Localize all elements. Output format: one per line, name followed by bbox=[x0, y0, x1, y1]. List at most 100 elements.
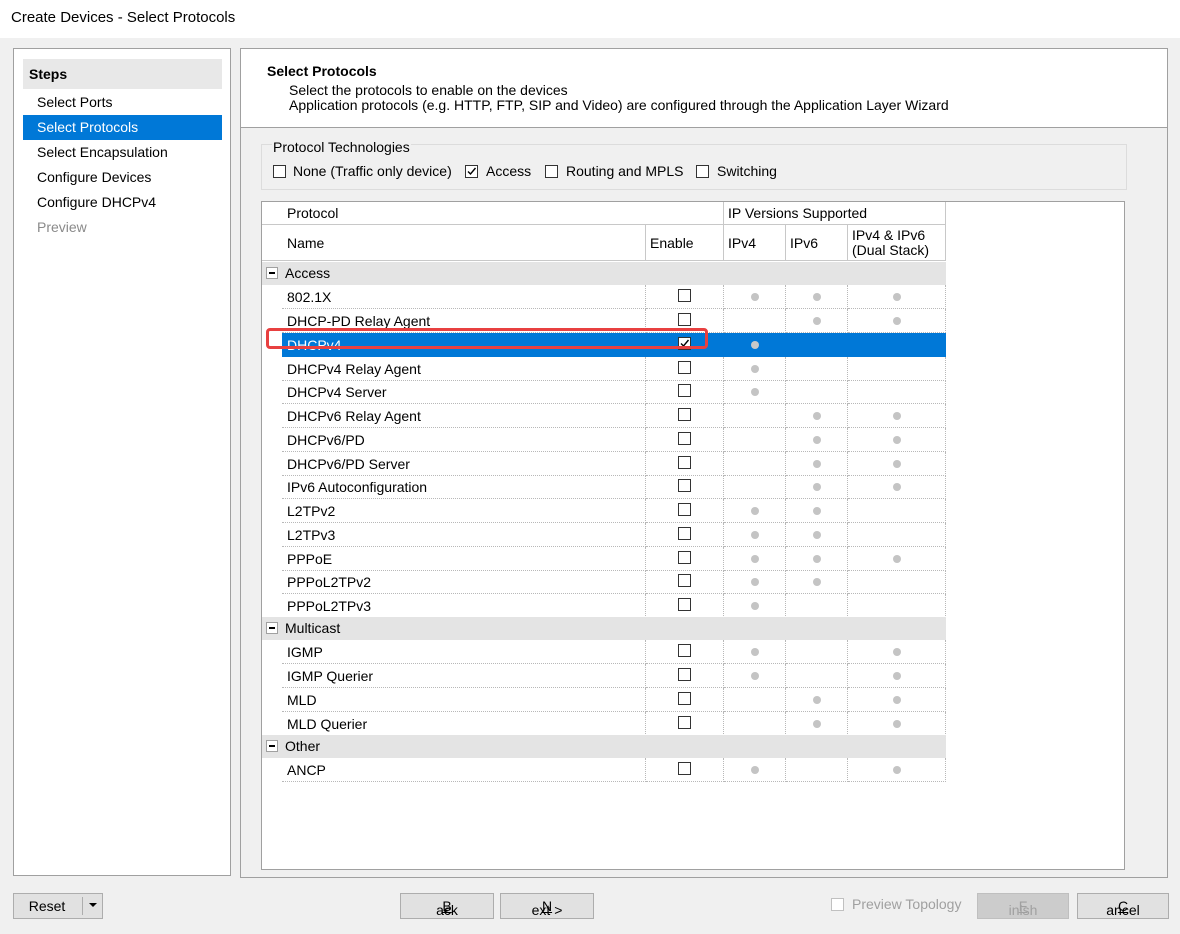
column-header-dual-stack[interactable]: IPv4 & IPv6 (Dual Stack) bbox=[848, 225, 946, 261]
dual-stack-cell bbox=[848, 285, 946, 309]
enable-checkbox[interactable] bbox=[678, 456, 691, 469]
ipv6-cell bbox=[786, 594, 848, 618]
protocol-row[interactable]: DHCPv4 Server bbox=[262, 380, 946, 404]
category-row[interactable]: Access bbox=[262, 262, 946, 285]
enable-checkbox[interactable] bbox=[678, 668, 691, 681]
step-configure-dhcpv4[interactable]: Configure DHCPv4 bbox=[23, 190, 222, 215]
preview-topology-checkbox[interactable] bbox=[831, 898, 844, 911]
protocol-row[interactable]: IGMP bbox=[262, 640, 946, 664]
enable-cell bbox=[646, 712, 724, 736]
protocol-name: MLD Querier bbox=[287, 716, 368, 732]
protocol-row[interactable]: L2TPv2 bbox=[262, 499, 946, 523]
enable-checkbox[interactable] bbox=[678, 551, 691, 564]
enable-checkbox[interactable] bbox=[678, 503, 691, 516]
dual-stack-supported-dot bbox=[893, 293, 901, 301]
enable-checkbox[interactable] bbox=[678, 361, 691, 374]
category-row[interactable]: Other bbox=[262, 735, 946, 758]
reset-split-button[interactable]: Reset bbox=[13, 893, 103, 919]
column-header-ipv4[interactable]: IPv4 bbox=[724, 225, 786, 261]
collapse-icon[interactable] bbox=[266, 740, 278, 752]
ipv4-supported-dot bbox=[751, 531, 759, 539]
enable-checkbox[interactable] bbox=[678, 384, 691, 397]
category-row[interactable]: Multicast bbox=[262, 617, 946, 640]
page-header: Select Protocols Select the protocols to… bbox=[241, 49, 1167, 128]
step-select-ports[interactable]: Select Ports bbox=[23, 90, 222, 115]
protocol-row[interactable]: DHCPv6 Relay Agent bbox=[262, 404, 946, 428]
step-configure-devices[interactable]: Configure Devices bbox=[23, 165, 222, 190]
collapse-icon[interactable] bbox=[266, 622, 278, 634]
protocol-row[interactable]: MLD bbox=[262, 688, 946, 712]
protocol-name: IPv6 Autoconfiguration bbox=[287, 479, 428, 495]
ipv4-cell bbox=[724, 640, 786, 664]
title-bar: Create Devices - Select Protocols bbox=[0, 0, 1180, 38]
enable-checkbox[interactable] bbox=[678, 432, 691, 445]
chevron-down-icon[interactable] bbox=[89, 903, 97, 909]
protocol-row[interactable]: DHCPv4 Relay Agent bbox=[262, 357, 946, 381]
enable-checkbox[interactable] bbox=[678, 762, 691, 775]
enable-checkbox[interactable] bbox=[678, 692, 691, 705]
none-checkbox[interactable] bbox=[273, 165, 286, 178]
protocol-row[interactable]: IPv6 Autoconfiguration bbox=[262, 475, 946, 499]
dual-stack-cell bbox=[848, 594, 946, 618]
group-legend: Protocol Technologies bbox=[272, 139, 411, 155]
protocol-name-cell: DHCPv4 Server bbox=[282, 380, 646, 404]
protocol-name: DHCPv6/PD Server bbox=[287, 456, 410, 472]
enable-checkbox[interactable] bbox=[678, 598, 691, 611]
routing-mpls-checkbox[interactable] bbox=[545, 165, 558, 178]
protocol-name-cell: DHCPv6 Relay Agent bbox=[282, 404, 646, 428]
ipv4-cell bbox=[724, 404, 786, 428]
enable-cell bbox=[646, 452, 724, 476]
next-button[interactable]: Next > bbox=[500, 893, 594, 919]
main-panel: Select Protocols Select the protocols to… bbox=[240, 48, 1168, 878]
column-header-ipv6[interactable]: IPv6 bbox=[786, 225, 848, 261]
protocol-name: DHCPv6 Relay Agent bbox=[287, 408, 421, 424]
back-button[interactable]: < Back bbox=[400, 893, 494, 919]
ipv6-cell bbox=[786, 570, 848, 594]
protocol-name: PPPoL2TPv3 bbox=[287, 598, 372, 614]
enable-checkbox[interactable] bbox=[678, 644, 691, 657]
finish-button[interactable]: Finish bbox=[977, 893, 1069, 919]
protocol-name: DHCPv6/PD bbox=[287, 432, 365, 448]
protocol-row[interactable]: ANCP bbox=[262, 758, 946, 782]
cancel-button[interactable]: Cancel bbox=[1077, 893, 1169, 919]
step-select-protocols[interactable]: Select Protocols bbox=[23, 115, 222, 140]
switching-checkbox[interactable] bbox=[696, 165, 709, 178]
enable-checkbox[interactable] bbox=[678, 574, 691, 587]
collapse-icon[interactable] bbox=[266, 267, 278, 279]
protocol-row[interactable]: IGMP Querier bbox=[262, 664, 946, 688]
protocol-name: L2TPv3 bbox=[287, 527, 336, 543]
protocol-row[interactable]: PPPoL2TPv2 bbox=[262, 570, 946, 594]
protocol-name: L2TPv2 bbox=[287, 503, 336, 519]
step-select-encapsulation[interactable]: Select Encapsulation bbox=[23, 140, 222, 165]
protocol-row[interactable]: L2TPv3 bbox=[262, 523, 946, 547]
column-header-enable[interactable]: Enable bbox=[646, 225, 724, 261]
protocol-row[interactable]: PPPoL2TPv3 bbox=[262, 594, 946, 618]
protocol-row[interactable]: DHCPv6/PD Server bbox=[262, 452, 946, 476]
window-title: Create Devices - Select Protocols bbox=[11, 9, 236, 26]
dual-stack-supported-dot bbox=[893, 483, 901, 491]
page-title: Select Protocols bbox=[267, 63, 377, 79]
protocol-row[interactable]: DHCPv6/PD bbox=[262, 428, 946, 452]
enable-cell bbox=[646, 475, 724, 499]
ipv6-supported-dot bbox=[813, 293, 821, 301]
protocol-row[interactable]: PPPoE bbox=[262, 547, 946, 571]
enable-cell bbox=[646, 428, 724, 452]
column-header-name[interactable]: Name bbox=[262, 225, 646, 261]
protocol-row[interactable]: 802.1X bbox=[262, 285, 946, 309]
enable-checkbox[interactable] bbox=[678, 289, 691, 302]
enable-cell bbox=[646, 664, 724, 688]
dual-stack-cell bbox=[848, 523, 946, 547]
enable-checkbox[interactable] bbox=[678, 313, 691, 326]
enable-checkbox[interactable] bbox=[678, 479, 691, 492]
enable-cell bbox=[646, 285, 724, 309]
enable-checkbox[interactable] bbox=[678, 716, 691, 729]
ipv6-cell bbox=[786, 523, 848, 547]
enable-checkbox[interactable] bbox=[678, 408, 691, 421]
access-checkbox[interactable] bbox=[465, 165, 478, 178]
enable-checkbox[interactable] bbox=[678, 527, 691, 540]
protocol-grid[interactable]: Protocol IP Versions Supported Name Enab… bbox=[261, 201, 1125, 870]
protocol-row[interactable]: MLD Querier bbox=[262, 712, 946, 736]
ipv6-cell bbox=[786, 309, 848, 333]
ipv4-supported-dot bbox=[751, 293, 759, 301]
ipv4-supported-dot bbox=[751, 648, 759, 656]
